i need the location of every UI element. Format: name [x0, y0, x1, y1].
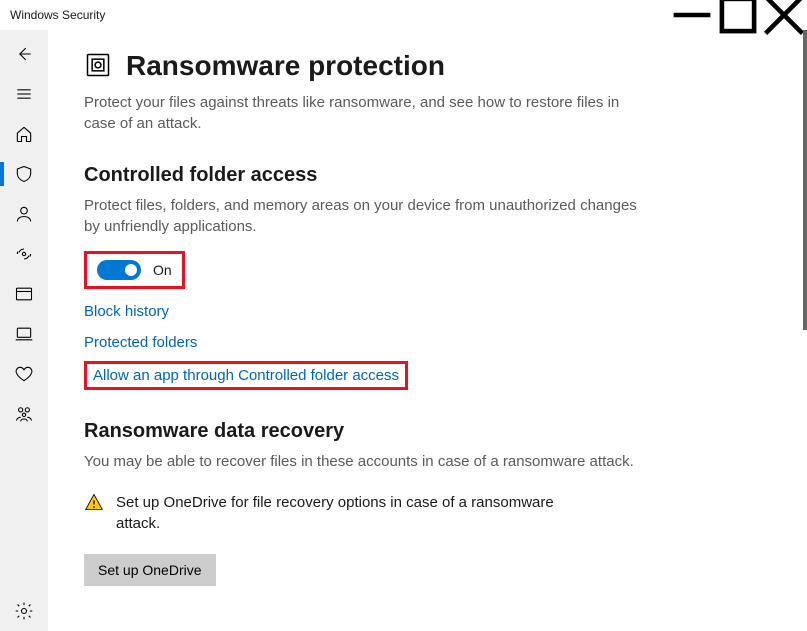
page-title: Ransomware protection: [126, 50, 445, 82]
setup-onedrive-button[interactable]: Set up OneDrive: [84, 554, 216, 586]
cfa-toggle[interactable]: [97, 260, 141, 280]
minimize-button[interactable]: [669, 0, 715, 30]
recovery-desc: You may be able to recover files in thes…: [84, 451, 644, 472]
nav-settings[interactable]: [0, 591, 48, 631]
warning-icon: [84, 492, 104, 515]
sidebar: [0, 30, 48, 631]
nav-firewall[interactable]: [0, 234, 48, 274]
onedrive-warning: Set up OneDrive for file recovery option…: [84, 492, 767, 534]
nav-home[interactable]: [0, 114, 48, 154]
highlight-allow-app: Allow an app through Controlled folder a…: [84, 361, 408, 390]
highlight-toggle: On: [84, 251, 185, 289]
close-button[interactable]: [761, 0, 807, 30]
link-protected-folders[interactable]: Protected folders: [84, 334, 197, 351]
titlebar: Windows Security: [0, 0, 807, 30]
recovery-heading: Ransomware data recovery: [84, 420, 767, 443]
link-allow-app[interactable]: Allow an app through Controlled folder a…: [93, 367, 399, 384]
onedrive-warning-text: Set up OneDrive for file recovery option…: [116, 492, 596, 534]
page-header: Ransomware protection: [84, 50, 767, 82]
scrollbar[interactable]: [803, 30, 807, 330]
link-block-history[interactable]: Block history: [84, 303, 169, 320]
nav-virus-protection[interactable]: [0, 154, 48, 194]
nav-family[interactable]: [0, 394, 48, 434]
nav-device-security[interactable]: [0, 314, 48, 354]
menu-button[interactable]: [0, 74, 48, 114]
ransomware-icon: [84, 51, 112, 82]
nav-device-health[interactable]: [0, 354, 48, 394]
maximize-button[interactable]: [715, 0, 761, 30]
window-controls: [669, 0, 807, 30]
back-button[interactable]: [0, 34, 48, 74]
cfa-toggle-label: On: [153, 262, 172, 278]
cfa-heading: Controlled folder access: [84, 164, 767, 187]
cfa-desc: Protect files, folders, and memory areas…: [84, 195, 644, 237]
nav-app-browser[interactable]: [0, 274, 48, 314]
app-title: Windows Security: [10, 8, 105, 22]
content-area: Ransomware protection Protect your files…: [48, 30, 807, 631]
nav-account[interactable]: [0, 194, 48, 234]
page-intro: Protect your files against threats like …: [84, 92, 644, 134]
